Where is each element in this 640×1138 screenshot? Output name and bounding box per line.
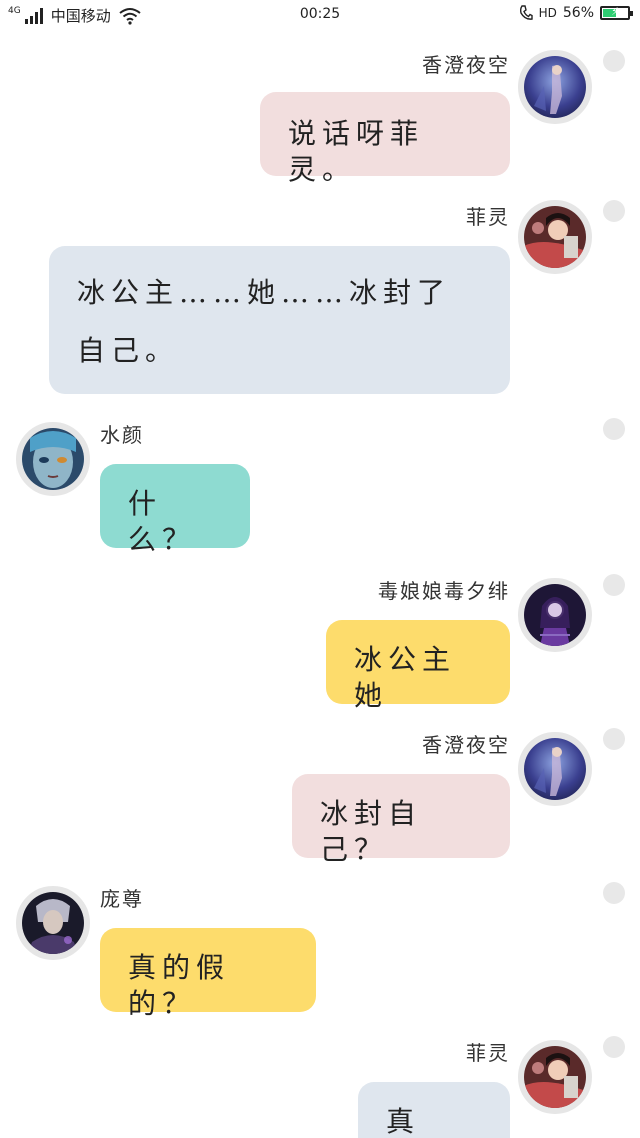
sender-name: 庞尊: [100, 887, 144, 911]
message-text: 真的假的？: [128, 951, 231, 1020]
avatar-image: [524, 584, 586, 646]
message-text: 真的。: [386, 1105, 421, 1138]
avatar-image: [524, 56, 586, 118]
message-row: 香澄夜空 说话呀菲灵。: [0, 50, 640, 186]
message-bubble[interactable]: 真的假的？: [100, 928, 316, 1020]
avatar-image: [524, 206, 586, 268]
select-checkbox[interactable]: [603, 1036, 625, 1058]
avatar-image: [524, 1046, 586, 1108]
select-checkbox[interactable]: [603, 418, 625, 440]
message-bubble[interactable]: 什么？: [100, 464, 250, 556]
status-bar: 4G 中国移动 00:25 HD 56% ⚡: [0, 0, 640, 32]
avatar-feiling[interactable]: [518, 1040, 592, 1114]
chat-screen: 4G 中国移动 00:25 HD 56% ⚡ 香澄夜空 说话呀菲灵。 菲灵 冰公…: [0, 0, 640, 1138]
charging-bolt-icon: ⚡: [611, 5, 619, 18]
select-checkbox[interactable]: [603, 728, 625, 750]
select-checkbox[interactable]: [603, 50, 625, 72]
avatar-feiling[interactable]: [518, 200, 592, 274]
message-bubble[interactable]: 冰封自己？: [292, 774, 510, 866]
select-checkbox[interactable]: [603, 200, 625, 222]
avatar-xiangcheng-yekong[interactable]: [518, 732, 592, 806]
avatar-image: [22, 428, 84, 490]
message-bubble[interactable]: 冰公主她: [326, 620, 510, 712]
battery-icon: ⚡: [600, 5, 633, 20]
sender-name: 香澄夜空: [422, 53, 510, 77]
sender-name: 毒娘娘毒夕绯: [378, 579, 510, 603]
select-checkbox[interactable]: [603, 882, 625, 904]
message-text: 说话呀菲灵。: [288, 117, 425, 186]
message-text: 冰公主……她……冰封了自己。: [77, 276, 452, 367]
message-bubble[interactable]: 说话呀菲灵。: [260, 92, 510, 186]
avatar-pangzun[interactable]: [16, 886, 90, 960]
message-text: 什么？: [128, 487, 197, 556]
message-row: 菲灵 真的。: [0, 1036, 640, 1138]
message-row: 庞尊 真的假的？: [0, 882, 640, 1020]
message-bubble[interactable]: 真的。: [358, 1082, 510, 1138]
sender-name: 菲灵: [466, 205, 510, 229]
message-text: 冰公主她: [354, 643, 457, 712]
phone-icon: [519, 5, 533, 20]
message-text: 冰封自己？: [320, 797, 423, 866]
message-row: 毒娘娘毒夕绯 冰公主她: [0, 574, 640, 712]
sender-name: 香澄夜空: [422, 733, 510, 757]
message-bubble[interactable]: 冰公主……她……冰封了自己。: [49, 246, 510, 394]
avatar-image: [22, 892, 84, 954]
select-checkbox[interactable]: [603, 574, 625, 596]
message-row: 香澄夜空 冰封自己？: [0, 728, 640, 866]
message-row: 菲灵 冰公主……她……冰封了自己。: [0, 200, 640, 400]
avatar-shuiyan[interactable]: [16, 422, 90, 496]
avatar-xiangcheng-yekong[interactable]: [518, 50, 592, 124]
sender-name: 菲灵: [466, 1041, 510, 1065]
avatar-image: [524, 738, 586, 800]
battery-percent: 56%: [562, 5, 594, 21]
hd-indicator: HD: [538, 6, 557, 20]
message-row: 水颜 什么？: [0, 418, 640, 558]
status-right: HD 56% ⚡: [519, 5, 633, 21]
avatar-duniangniang[interactable]: [518, 578, 592, 652]
sender-name: 水颜: [100, 423, 144, 447]
